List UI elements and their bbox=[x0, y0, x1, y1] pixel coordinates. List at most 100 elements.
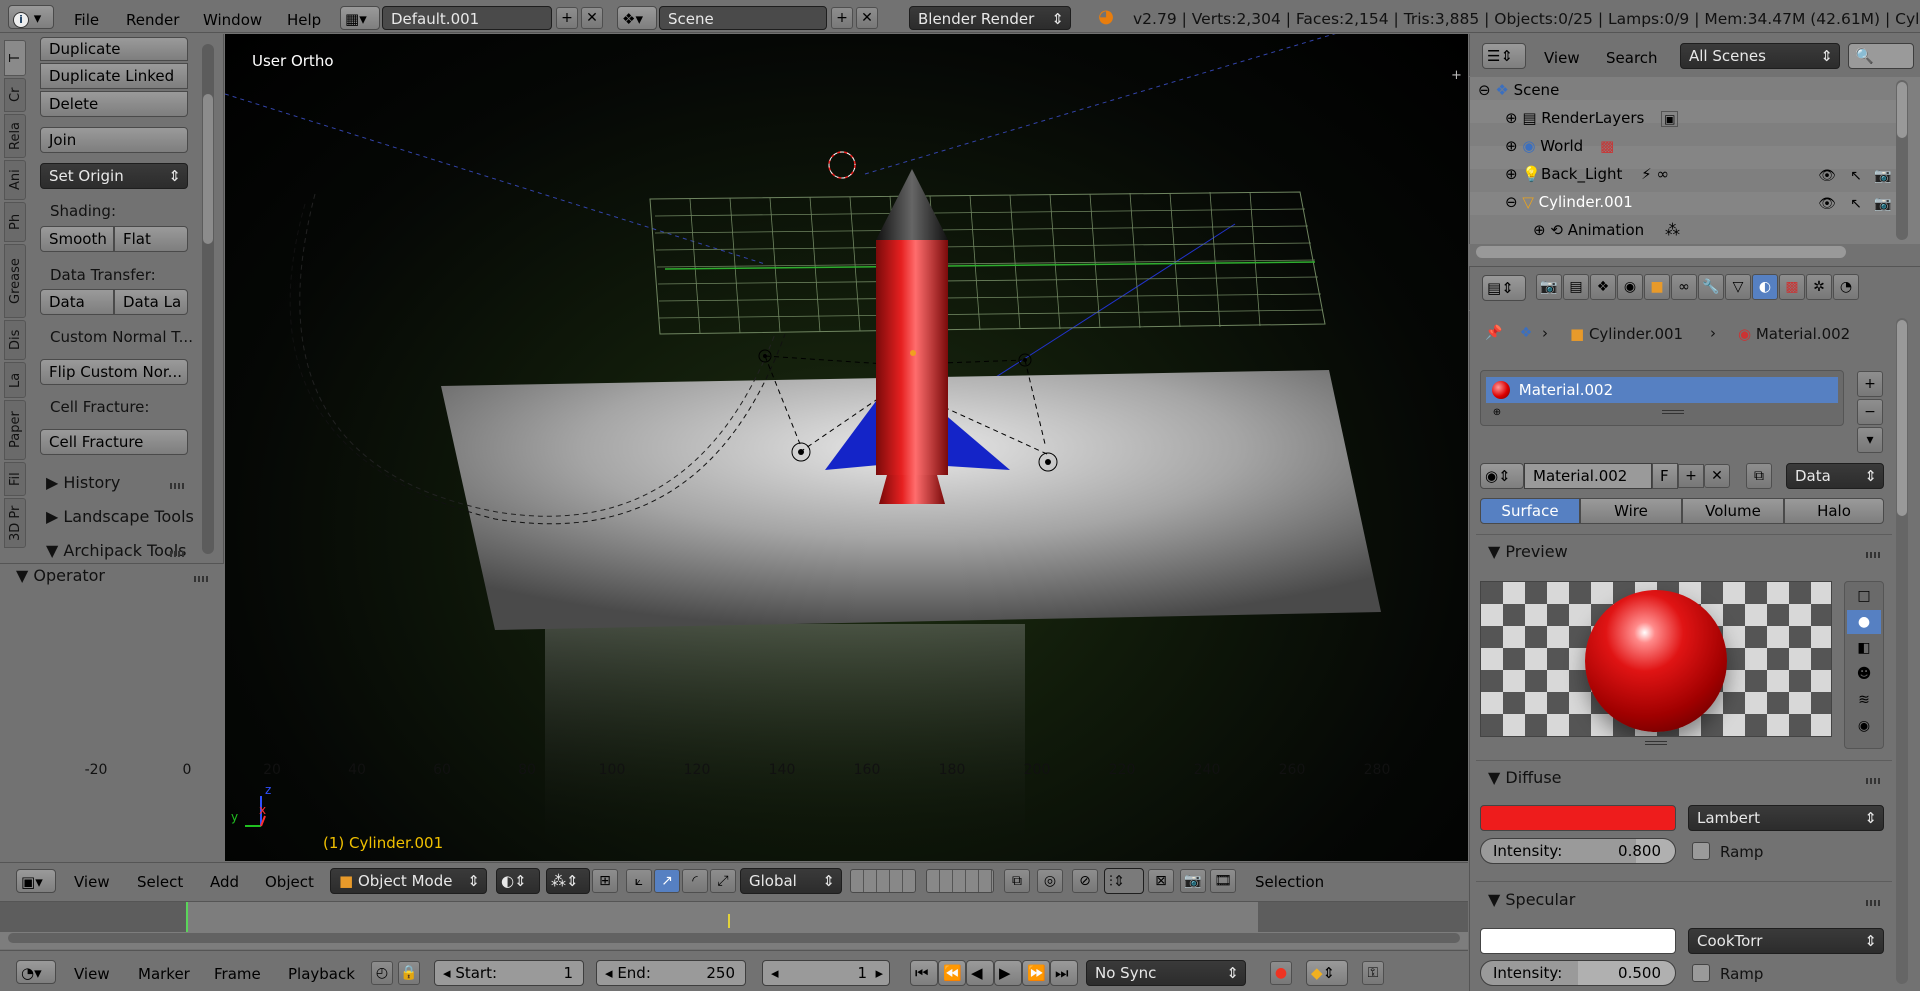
list-filter-icon[interactable]: ⊕ bbox=[1490, 406, 1504, 420]
snap-target-icon[interactable]: ⊠ bbox=[1148, 869, 1174, 893]
remove-slot-icon[interactable]: − bbox=[1857, 399, 1883, 425]
texture-tab-icon[interactable]: ▩ bbox=[1779, 274, 1805, 300]
scene-name[interactable]: Scene bbox=[659, 6, 827, 30]
menu-select[interactable]: Select bbox=[137, 872, 183, 892]
specular-intensity-slider[interactable]: Intensity: 0.500 bbox=[1480, 960, 1676, 986]
pivot-point-dropdown[interactable]: ⁂⇕ bbox=[546, 868, 590, 894]
join-button[interactable]: Join bbox=[40, 127, 188, 153]
outliner-display-mode-dropdown[interactable]: All Scenes ⇕ bbox=[1680, 43, 1840, 69]
split-corner-icon[interactable]: + bbox=[1451, 68, 1462, 83]
flat-button[interactable]: Flat bbox=[114, 226, 188, 252]
timeline-area[interactable] bbox=[0, 901, 1468, 949]
flip-custom-normals-button[interactable]: Flip Custom Nor... bbox=[40, 359, 188, 385]
new-material-icon[interactable]: + bbox=[1678, 464, 1704, 488]
snap-icon[interactable]: ⊘ bbox=[1072, 869, 1098, 893]
menu-render[interactable]: Render bbox=[126, 10, 179, 30]
drag-handle-icon[interactable] bbox=[194, 576, 210, 582]
properties-context-tabs[interactable]: 📷 ▤ ❖ ◉ ■ ∞ 🔧 ▽ ◐ ▩ ✲ ◔ bbox=[1536, 274, 1864, 302]
diffuse-intensity-slider[interactable]: Intensity: 0.800 bbox=[1480, 838, 1676, 864]
outliner-item-animation[interactable]: ⊕ ⟲ Animation ⁂ bbox=[1533, 219, 1680, 242]
rotate-manipulator-icon[interactable]: ◜ bbox=[682, 869, 708, 893]
particles-tab-icon[interactable]: ✲ bbox=[1806, 274, 1832, 300]
tab-halo[interactable]: Halo bbox=[1784, 498, 1884, 524]
remove-scene-icon[interactable]: ✕ bbox=[856, 7, 878, 29]
world-tab-icon[interactable]: ◉ bbox=[1617, 274, 1643, 300]
menu-add[interactable]: Add bbox=[210, 872, 239, 892]
tab-3d-print[interactable]: 3D Pr bbox=[4, 498, 26, 548]
archipack-tools-panel-header[interactable]: ▼ Archipack Tools bbox=[46, 541, 186, 560]
visibility-eye-icon[interactable]: 👁 bbox=[1818, 195, 1836, 213]
play-icon[interactable]: ▶ bbox=[994, 960, 1022, 986]
jump-to-keyframe-forward-icon[interactable]: ⏩ bbox=[1022, 960, 1050, 986]
landscape-tools-panel-header[interactable]: ▶ Landscape Tools bbox=[46, 507, 194, 526]
material-slot-selected[interactable]: Material.002 bbox=[1486, 377, 1838, 403]
sync-mode-dropdown[interactable]: No Sync ⇕ bbox=[1086, 960, 1246, 986]
outliner-hscrollbar[interactable] bbox=[1476, 246, 1846, 258]
menu-help[interactable]: Help bbox=[287, 10, 321, 30]
record-keyframes-icon[interactable]: ● bbox=[1270, 961, 1292, 985]
3d-viewport[interactable]: User Ortho (1) Cylinder.001 y z x + bbox=[225, 34, 1468, 861]
visibility-eye-icon[interactable]: 👁 bbox=[1818, 167, 1836, 185]
data-transfer-button[interactable]: Data bbox=[40, 289, 114, 315]
menu-outliner-view[interactable]: View bbox=[1544, 48, 1580, 68]
tab-landscape[interactable]: La bbox=[4, 362, 26, 398]
start-frame-field[interactable]: ◂ Start: 1 bbox=[434, 960, 584, 986]
breadcrumb-object[interactable]: ■ Cylinder.001 bbox=[1570, 325, 1683, 343]
menu-timeline-view[interactable]: View bbox=[74, 964, 110, 984]
layers-grid-1[interactable] bbox=[850, 869, 916, 893]
current-frame-marker[interactable] bbox=[186, 902, 188, 932]
drag-handle-icon[interactable] bbox=[1866, 778, 1882, 784]
editor-type-info-button[interactable]: i ▾ bbox=[8, 5, 54, 29]
add-slot-icon[interactable]: + bbox=[1857, 371, 1883, 397]
preview-cube-icon[interactable]: ◧ bbox=[1847, 636, 1881, 660]
diffuse-color-swatch[interactable] bbox=[1480, 805, 1676, 831]
cell-fracture-button[interactable]: Cell Fracture bbox=[40, 429, 188, 455]
tab-tools[interactable]: T bbox=[4, 40, 26, 76]
render-layers-tab-icon[interactable]: ▤ bbox=[1563, 274, 1589, 300]
delete-button[interactable]: Delete bbox=[40, 91, 188, 117]
current-frame-field[interactable]: ◂ 1 ▸ bbox=[762, 960, 890, 986]
list-resize-handle[interactable] bbox=[1662, 410, 1684, 414]
scene-tab-icon[interactable]: ❖ bbox=[1590, 274, 1616, 300]
end-frame-field[interactable]: ◂ End: 250 bbox=[596, 960, 746, 986]
editor-type-timeline-button[interactable]: ◔▾ bbox=[16, 960, 56, 984]
history-panel-header[interactable]: ▶ History bbox=[46, 473, 120, 492]
data-layout-button[interactable]: Data La bbox=[114, 289, 188, 315]
selectable-arrow-icon[interactable]: ↖ bbox=[1847, 167, 1865, 185]
opengl-animation-icon[interactable]: 🎞 bbox=[1210, 869, 1236, 893]
remove-layout-icon[interactable]: ✕ bbox=[581, 7, 603, 29]
preview-hair-icon[interactable]: ≋ bbox=[1847, 688, 1881, 712]
breadcrumb-material[interactable]: ◉ Material.002 bbox=[1738, 325, 1850, 343]
tab-grease-pencil[interactable]: Grease bbox=[4, 244, 26, 318]
preview-resize-handle[interactable] bbox=[1645, 741, 1667, 745]
outliner-item-scene[interactable]: ⊖ ❖ Scene bbox=[1478, 79, 1559, 102]
menu-marker[interactable]: Marker bbox=[138, 964, 190, 984]
tab-animation[interactable]: Ani bbox=[4, 160, 26, 200]
specular-panel-header[interactable]: ▼ Specular bbox=[1488, 890, 1575, 909]
screen-layout-selector[interactable]: ▦▾ bbox=[340, 6, 380, 30]
scene-selector[interactable]: ❖▾ bbox=[617, 6, 657, 30]
menu-window[interactable]: Window bbox=[203, 10, 262, 30]
menu-file[interactable]: File bbox=[74, 10, 99, 30]
data-tab-icon[interactable]: ▽ bbox=[1725, 274, 1751, 300]
add-scene-icon[interactable]: + bbox=[831, 7, 853, 29]
constraints-tab-icon[interactable]: ∞ bbox=[1671, 274, 1697, 300]
properties-scrollbar[interactable] bbox=[1896, 318, 1908, 984]
object-tab-icon[interactable]: ■ bbox=[1644, 274, 1670, 300]
diffuse-shader-dropdown[interactable]: Lambert ⇕ bbox=[1688, 805, 1884, 831]
viewport-shading-dropdown[interactable]: ◐⇕ bbox=[496, 868, 540, 894]
material-tab-icon[interactable]: ◐ bbox=[1752, 274, 1778, 300]
tab-physics[interactable]: Ph bbox=[4, 202, 26, 242]
jump-to-start-icon[interactable]: ⏮ bbox=[910, 960, 938, 986]
tool-shelf-scrollbar[interactable] bbox=[202, 44, 214, 554]
tab-fill[interactable]: Fil bbox=[4, 462, 26, 496]
tab-surface[interactable]: Surface bbox=[1480, 498, 1580, 524]
pin-icon[interactable]: 📌 bbox=[1484, 323, 1504, 343]
opengl-render-icon[interactable]: 📷 bbox=[1180, 869, 1206, 893]
translate-manipulator-icon[interactable]: ↗ bbox=[654, 869, 680, 893]
outliner-vscrollbar[interactable] bbox=[1896, 80, 1908, 240]
unlink-material-icon[interactable]: ✕ bbox=[1704, 464, 1730, 488]
diffuse-ramp-checkbox[interactable] bbox=[1692, 842, 1710, 860]
proportional-edit-icon[interactable]: ◎ bbox=[1037, 869, 1063, 893]
scale-manipulator-icon[interactable]: ⤢ bbox=[710, 869, 736, 893]
